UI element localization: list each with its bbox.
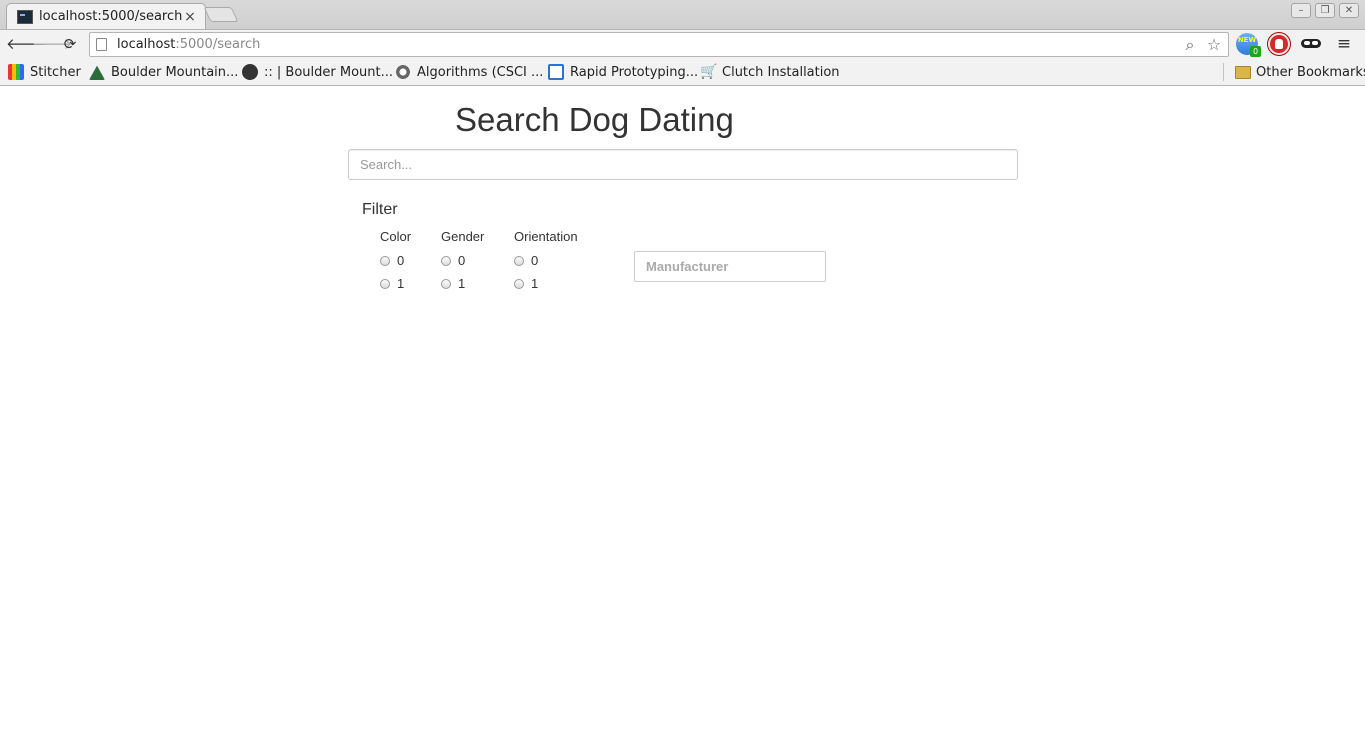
color-radio-1[interactable] — [380, 278, 390, 289]
radio-label: 0 — [397, 253, 405, 268]
bookmark-label: Clutch Installation — [722, 64, 840, 80]
search-input[interactable] — [348, 149, 1018, 180]
hamburger-menu-icon[interactable]: ≡ — [1334, 34, 1354, 54]
dark-circle-icon — [242, 64, 258, 80]
forward-arrow-icon[interactable]: 🡒 — [32, 34, 72, 54]
incognito-mask-extension-icon[interactable] — [1300, 33, 1322, 55]
bookmark-algorithms[interactable]: Algorithms (CSCI ... — [395, 62, 543, 82]
address-bar[interactable]: localhost:5000/search ⌕ ☆ — [89, 32, 1229, 57]
gear-icon — [395, 64, 411, 80]
mountain-icon — [89, 65, 105, 80]
cart-icon: 🛒 — [700, 64, 718, 80]
page-icon — [96, 38, 107, 51]
url-path: :5000/search — [175, 37, 261, 52]
url-host: localhost — [117, 37, 176, 52]
filter-group-orientation: Orientation 0 1 — [514, 229, 578, 295]
omnibox-actions: ⌕ ☆ — [1180, 35, 1224, 55]
hand-icon — [1275, 39, 1283, 49]
manufacturer-input[interactable] — [634, 251, 826, 282]
gender-radio-0[interactable] — [441, 255, 451, 266]
tab-strip: localhost:5000/search × – ❐ ✕ — [0, 0, 1365, 29]
browser-tab[interactable]: localhost:5000/search × — [6, 3, 206, 29]
bookmark-label: Stitcher — [30, 64, 81, 80]
tab-title: localhost:5000/search — [39, 9, 183, 24]
reload-icon[interactable]: ⟳ — [59, 34, 81, 54]
tab-close-icon[interactable]: × — [183, 9, 197, 25]
extension-badge-count: 0 — [1250, 46, 1261, 57]
radio-label: 0 — [458, 253, 466, 268]
bookmark-boulder-mountain[interactable]: Boulder Mountain... — [89, 62, 238, 82]
new-tab-globe-extension-icon[interactable]: NEW 0 — [1236, 33, 1261, 57]
bookmark-label: Algorithms (CSCI ... — [417, 64, 544, 80]
bookmark-label: Boulder Mountain... — [111, 64, 239, 80]
bookmark-stitcher[interactable]: Stitcher — [8, 62, 81, 82]
new-tab-button[interactable] — [203, 7, 239, 22]
bookmark-rapid-prototyping[interactable]: Rapid Prototyping... — [548, 62, 698, 82]
bookmark-star-icon[interactable]: ☆ — [1204, 35, 1224, 55]
close-window-button[interactable]: ✕ — [1339, 3, 1359, 18]
gender-radio-1[interactable] — [441, 278, 451, 289]
orientation-radio-1[interactable] — [514, 278, 524, 289]
page-title: Search Dog Dating — [455, 101, 734, 138]
radio-label: 0 — [531, 253, 539, 268]
filter-group-label: Orientation — [514, 229, 578, 244]
radio-label: 1 — [458, 276, 466, 291]
window-icon — [548, 64, 564, 80]
minimize-button[interactable]: – — [1291, 3, 1311, 18]
filter-group-label: Color — [380, 229, 412, 244]
radio-label: 1 — [531, 276, 539, 291]
orientation-radio-0[interactable] — [514, 255, 524, 266]
bookmarks-bar: Stitcher Boulder Mountain... :: | Boulde… — [0, 58, 1365, 86]
color-radio-0[interactable] — [380, 255, 390, 266]
bookmark-clutch-installation[interactable]: 🛒 Clutch Installation — [700, 62, 840, 82]
page-content: Search Dog Dating Filter Color 0 1 Gende… — [0, 87, 1365, 732]
window-controls: – ❐ ✕ — [1291, 3, 1359, 18]
filter-heading: Filter — [362, 201, 398, 218]
extension-new-label: NEW — [1237, 36, 1257, 44]
filter-group-color: Color 0 1 — [380, 229, 411, 295]
back-arrow-icon[interactable]: 🡐 — [6, 34, 46, 54]
zoom-icon[interactable]: ⌕ — [1180, 35, 1200, 55]
terminal-favicon-icon — [17, 9, 33, 24]
folder-icon — [1235, 65, 1251, 79]
radio-label: 1 — [397, 276, 405, 291]
other-bookmarks-label: Other Bookmarks — [1256, 64, 1365, 80]
bookmark-boulder-mount[interactable]: :: | Boulder Mount... — [242, 62, 393, 82]
stop-hand-extension-icon[interactable] — [1268, 33, 1290, 55]
restore-button[interactable]: ❐ — [1315, 3, 1335, 18]
filter-group-label: Gender — [441, 229, 485, 244]
bookmarks-divider — [1223, 63, 1224, 81]
stitcher-icon — [8, 64, 24, 80]
extension-icons: NEW 0 — [1236, 33, 1322, 57]
filter-group-gender: Gender 0 1 — [441, 229, 484, 295]
bookmark-label: :: | Boulder Mount... — [264, 64, 393, 80]
browser-toolbar: 🡐 🡒 ⟳ localhost:5000/search ⌕ ☆ NEW 0 ≡ — [0, 29, 1365, 58]
other-bookmarks[interactable]: Other Bookmarks — [1235, 62, 1365, 82]
bookmark-label: Rapid Prototyping... — [570, 64, 699, 80]
